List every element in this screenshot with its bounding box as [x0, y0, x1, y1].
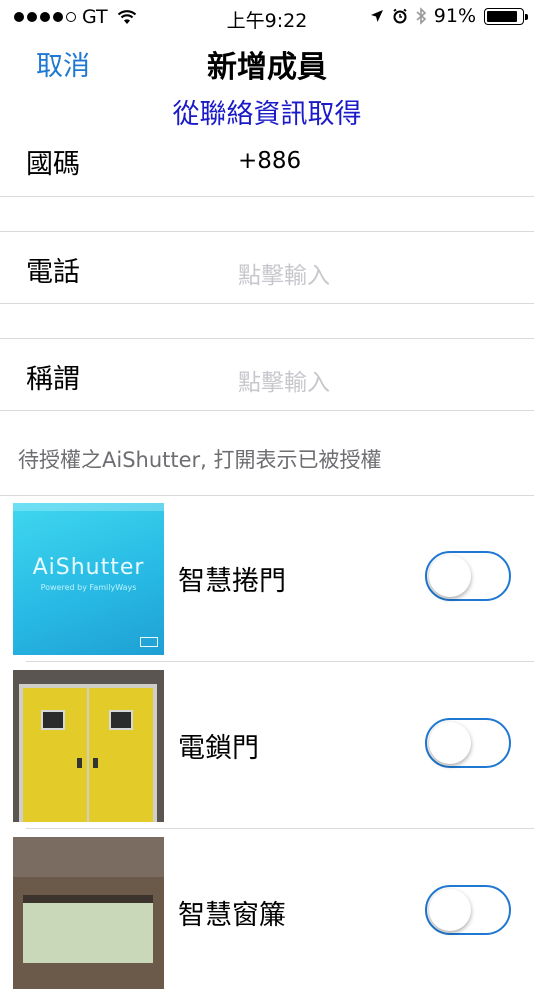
- curtain-thumbnail: [13, 837, 164, 989]
- device-toggle[interactable]: [425, 718, 511, 768]
- device-name: 智慧窗簾: [178, 900, 286, 931]
- device-row-shutter: AiShutter Powered by FamilyWays 智慧捲門: [0, 495, 534, 661]
- divider: [0, 410, 534, 411]
- phone-input[interactable]: 點擊輸入: [238, 256, 330, 290]
- nav-bar: 取消 新增成員: [0, 36, 534, 86]
- battery-icon: [484, 7, 528, 25]
- phone-label: 電話: [26, 257, 80, 288]
- authorization-section-header: 待授權之AiShutter, 打開表示已被授權: [18, 448, 382, 472]
- toggle-knob: [429, 722, 471, 764]
- thumbnail-app-name: AiShutter: [32, 555, 145, 580]
- divider: [0, 338, 534, 339]
- nickname-label: 稱謂: [26, 364, 80, 395]
- location-arrow-icon: [370, 10, 383, 22]
- toggle-knob: [429, 889, 471, 931]
- device-name: 電鎖門: [178, 733, 259, 764]
- divider: [0, 303, 534, 304]
- country-code-field[interactable]: +886: [238, 148, 301, 174]
- bluetooth-icon: [416, 7, 426, 25]
- country-code-label: 國碼: [26, 149, 80, 180]
- device-row-electric-lock-door: 電鎖門: [0, 662, 534, 828]
- thumbnail-tagline: Powered by FamilyWays: [40, 583, 137, 592]
- device-toggle[interactable]: [425, 885, 511, 935]
- device-toggle[interactable]: [425, 551, 511, 601]
- divider: [0, 196, 534, 197]
- battery-percent: 91%: [433, 5, 476, 27]
- toggle-knob: [429, 555, 471, 597]
- device-row-curtain: 智慧窗簾: [0, 829, 534, 995]
- nickname-input[interactable]: 點擊輸入: [238, 363, 330, 397]
- divider: [0, 231, 534, 232]
- battery-fill: [487, 10, 518, 22]
- shutter-thumbnail: AiShutter Powered by FamilyWays: [13, 503, 164, 655]
- status-bar: GT 上午9:22 91%: [0, 0, 534, 36]
- status-right: 91%: [370, 5, 528, 27]
- device-name: 智慧捲門: [178, 566, 286, 597]
- fetch-from-contacts-link[interactable]: 從聯絡資訊取得: [0, 92, 534, 131]
- alarm-icon: [393, 8, 407, 24]
- door-thumbnail: [13, 670, 164, 822]
- page-title: 新增成員: [207, 50, 327, 85]
